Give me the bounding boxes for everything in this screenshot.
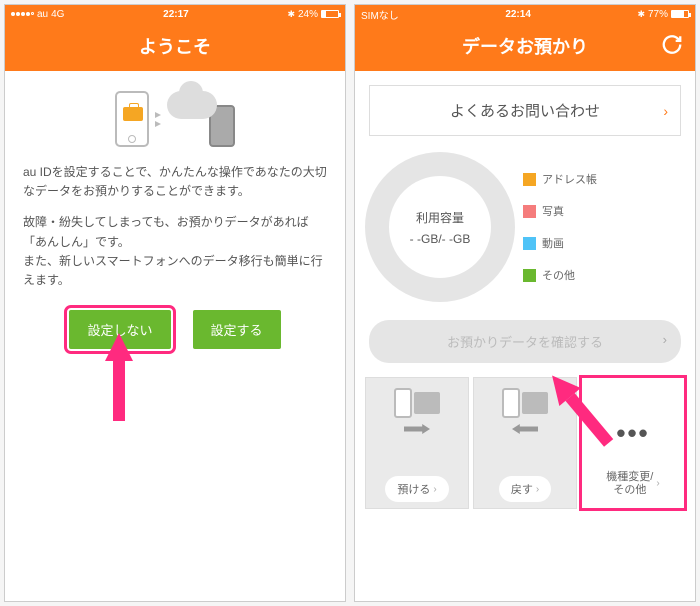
status-time: 22:17 bbox=[64, 9, 287, 20]
setup-button[interactable]: 設定する bbox=[193, 310, 281, 349]
cloud-icon bbox=[167, 91, 217, 119]
battery-icon bbox=[671, 10, 689, 18]
usage-donut-chart: 利用容量 - -GB/- -GB bbox=[365, 152, 515, 302]
chevron-right-icon: › bbox=[536, 484, 539, 495]
battery-label: 24% bbox=[298, 9, 318, 20]
faq-button[interactable]: よくあるお問い合わせ › bbox=[369, 85, 681, 136]
annotation-arrow-icon bbox=[105, 333, 133, 423]
briefcase-icon bbox=[123, 107, 143, 121]
swatch-icon bbox=[523, 237, 536, 250]
deposit-illustration-icon bbox=[394, 388, 440, 418]
phone-source-icon bbox=[115, 91, 149, 147]
battery-icon bbox=[321, 10, 339, 18]
carrier-label: au bbox=[37, 9, 48, 20]
legend-item-video: 動画 bbox=[523, 235, 597, 251]
arrow-right-icon bbox=[404, 424, 430, 434]
chevron-right-icon: › bbox=[433, 484, 436, 495]
legend-item-address: アドレス帳 bbox=[523, 171, 597, 187]
page-title: ようこそ bbox=[5, 23, 345, 71]
confirm-data-button[interactable]: お預かりデータを確認する › bbox=[369, 320, 681, 363]
deposit-label: 預ける bbox=[397, 481, 430, 497]
status-time: 22:14 bbox=[399, 9, 638, 20]
chevron-right-icon: › bbox=[663, 332, 667, 347]
status-bar: SIMなし 22:14 ✱ 77% bbox=[355, 5, 695, 23]
chevron-right-icon: › bbox=[663, 103, 668, 119]
refresh-icon[interactable] bbox=[661, 34, 683, 61]
carrier-label: SIMなし bbox=[361, 7, 399, 22]
deposit-cell[interactable]: 預ける› bbox=[365, 377, 469, 509]
welcome-illustration bbox=[17, 91, 333, 147]
chevron-right-icon: › bbox=[656, 478, 659, 490]
swatch-icon bbox=[523, 205, 536, 218]
page-title: データお預かり bbox=[355, 23, 695, 71]
more-dots-icon: ••• bbox=[616, 418, 649, 449]
legend-item-photo: 写真 bbox=[523, 203, 597, 219]
legend-item-other: その他 bbox=[523, 267, 597, 283]
usage-label: 利用容量 bbox=[416, 209, 464, 226]
swatch-icon bbox=[523, 269, 536, 282]
welcome-paragraph-2: 故障・紛失してしまっても、お預かりデータがあれば「あんしん」です。 また、新しい… bbox=[23, 213, 327, 290]
restore-label: 戻す bbox=[511, 481, 533, 497]
network-label: 4G bbox=[51, 9, 64, 20]
swatch-icon bbox=[523, 173, 536, 186]
legend: アドレス帳 写真 動画 その他 bbox=[523, 171, 597, 283]
usage-value: - -GB/- -GB bbox=[410, 232, 471, 246]
bluetooth-icon: ✱ bbox=[287, 9, 295, 20]
status-bar: au 4G 22:17 ✱ 24% bbox=[5, 5, 345, 23]
battery-label: 77% bbox=[648, 9, 668, 20]
welcome-paragraph-1: au IDを設定することで、かんたんな操作であなたの大切なデータをお預かりするこ… bbox=[23, 163, 327, 201]
bluetooth-icon: ✱ bbox=[637, 9, 645, 20]
transfer-arrows-icon bbox=[155, 112, 161, 127]
phone-right: SIMなし 22:14 ✱ 77% データお預かり よくあるお問い合わせ › 利… bbox=[354, 4, 696, 602]
restore-illustration-icon bbox=[502, 388, 548, 418]
faq-label: よくあるお問い合わせ bbox=[450, 100, 600, 121]
arrow-left-icon bbox=[512, 424, 538, 434]
phone-left: au 4G 22:17 ✱ 24% ようこそ au IDを設定することで、かんた… bbox=[4, 4, 346, 602]
other-label: 機種変更/ その他 bbox=[606, 471, 653, 497]
